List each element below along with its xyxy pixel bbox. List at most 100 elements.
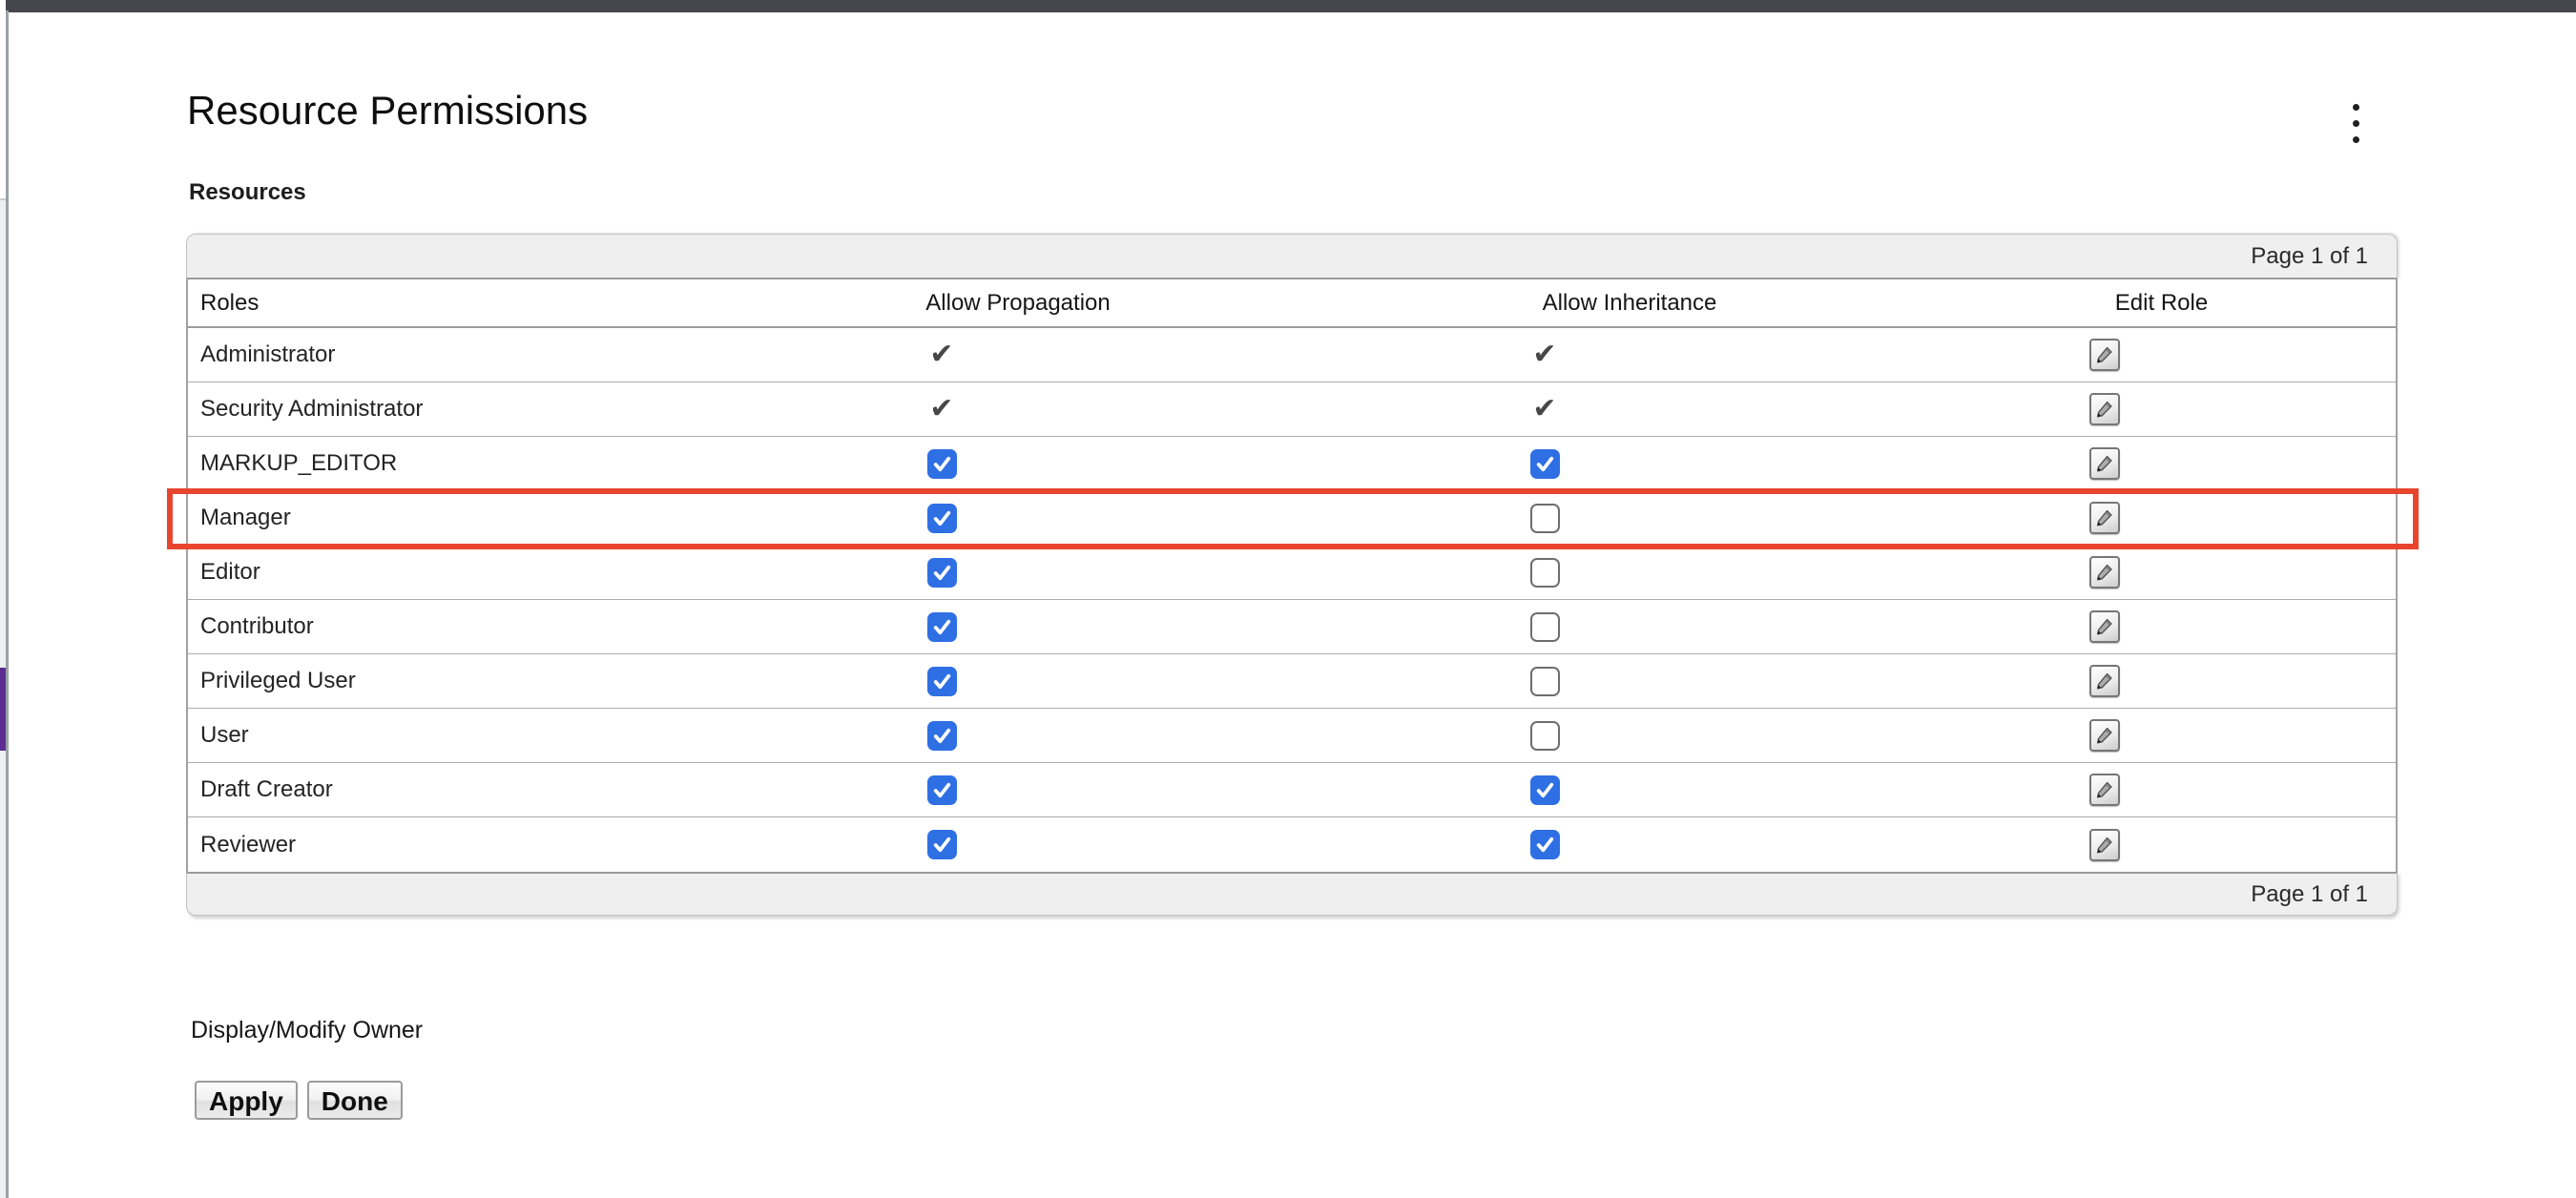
table-row: Contributor (188, 600, 2396, 654)
edit-role-button[interactable] (2089, 774, 2120, 806)
static-checkmark-icon: ✔ (1532, 395, 1556, 423)
allow-inheritance-checkbox-unchecked[interactable] (1530, 612, 1560, 642)
pager-top-label: Page 1 of 1 (2251, 243, 2368, 270)
table-row: Editor (188, 546, 2396, 600)
allow-propagation-cell (727, 667, 1280, 696)
pencil-icon (2094, 399, 2115, 420)
allow-propagation-cell (727, 775, 1280, 805)
allow-inheritance-cell: ✔ (1280, 395, 1901, 423)
allow-inheritance-cell (1280, 612, 1901, 642)
kebab-menu-icon[interactable] (2336, 93, 2376, 153)
edit-role-cell (1901, 665, 2396, 697)
allow-propagation-checkbox-checked[interactable] (927, 449, 957, 479)
allow-propagation-checkbox-checked[interactable] (927, 775, 957, 805)
pencil-icon (2094, 779, 2115, 800)
edit-role-cell (1901, 610, 2396, 643)
allow-inheritance-cell (1280, 775, 1901, 805)
role-name: Reviewer (188, 832, 727, 858)
table-row: Draft Creator (188, 763, 2396, 817)
edit-role-button[interactable] (2089, 502, 2120, 534)
apply-button[interactable]: Apply (195, 1081, 298, 1120)
allow-inheritance-checkbox-checked[interactable] (1530, 775, 1560, 805)
pager-bottom-label: Page 1 of 1 (2251, 881, 2368, 908)
allow-propagation-checkbox-checked[interactable] (927, 612, 957, 642)
edit-role-button[interactable] (2089, 339, 2120, 371)
role-name: Manager (188, 505, 727, 531)
allow-propagation-cell (727, 612, 1280, 642)
column-header-roles: Roles (188, 290, 727, 317)
edit-role-cell (1901, 339, 2396, 371)
edit-role-cell (1901, 774, 2396, 806)
display-modify-owner-label: Display/Modify Owner (191, 1017, 423, 1044)
allow-propagation-checkbox-checked[interactable] (927, 558, 957, 588)
role-name: MARKUP_EDITOR (188, 450, 727, 477)
role-name: User (188, 722, 727, 749)
edit-role-button[interactable] (2089, 447, 2120, 480)
window-left-border (6, 10, 9, 1198)
table-row: Reviewer (188, 817, 2396, 872)
allow-propagation-cell (727, 449, 1280, 479)
allow-inheritance-checkbox-unchecked[interactable] (1530, 721, 1560, 751)
action-buttons: Apply Done (195, 1081, 403, 1120)
allow-inheritance-checkbox-unchecked[interactable] (1530, 504, 1560, 533)
allow-inheritance-cell (1280, 558, 1901, 588)
pencil-icon (2094, 671, 2115, 692)
resources-table: Page 1 of 1 Roles Allow Propagation Allo… (186, 234, 2398, 916)
static-checkmark-icon: ✔ (929, 341, 953, 369)
allow-propagation-checkbox-checked[interactable] (927, 667, 957, 696)
edit-role-button[interactable] (2089, 829, 2120, 861)
done-button[interactable]: Done (307, 1081, 403, 1120)
allow-inheritance-cell (1280, 721, 1901, 751)
allow-inheritance-cell (1280, 504, 1901, 533)
edit-role-button[interactable] (2089, 393, 2120, 425)
allow-propagation-cell (727, 721, 1280, 751)
table-row: MARKUP_EDITOR (188, 437, 2396, 491)
edit-role-cell (1901, 829, 2396, 861)
pencil-icon (2094, 835, 2115, 856)
role-name: Editor (188, 559, 727, 586)
pencil-icon (2094, 725, 2115, 746)
static-checkmark-icon: ✔ (929, 395, 953, 423)
pager-top: Page 1 of 1 (186, 234, 2398, 279)
edit-role-button[interactable] (2089, 610, 2120, 643)
role-name: Privileged User (188, 668, 727, 694)
allow-inheritance-cell (1280, 667, 1901, 696)
column-header-allow-inheritance: Allow Inheritance (1280, 290, 1901, 317)
table-row: Security Administrator ✔ ✔ (188, 382, 2396, 437)
allow-inheritance-checkbox-checked[interactable] (1530, 830, 1560, 859)
allow-propagation-checkbox-checked[interactable] (927, 721, 957, 751)
table-row-highlighted: Manager (188, 491, 2396, 546)
allow-inheritance-checkbox-unchecked[interactable] (1530, 558, 1560, 588)
table-row: Privileged User (188, 654, 2396, 709)
column-header-edit-role: Edit Role (1901, 290, 2396, 317)
table-row: User (188, 709, 2396, 763)
role-name: Administrator (188, 341, 727, 368)
pencil-icon (2094, 562, 2115, 583)
role-name: Contributor (188, 613, 727, 640)
allow-inheritance-cell (1280, 830, 1901, 859)
column-header-allow-propagation: Allow Propagation (727, 290, 1280, 317)
table-header-row: Roles Allow Propagation Allow Inheritanc… (188, 279, 2396, 328)
allow-inheritance-cell (1280, 449, 1901, 479)
edit-role-button[interactable] (2089, 719, 2120, 752)
pencil-icon (2094, 453, 2115, 474)
allow-propagation-cell (727, 558, 1280, 588)
allow-inheritance-cell: ✔ (1280, 341, 1901, 369)
edit-role-button[interactable] (2089, 556, 2120, 589)
resources-section-label: Resources (189, 179, 306, 206)
pencil-icon (2094, 616, 2115, 637)
allow-propagation-checkbox-checked[interactable] (927, 830, 957, 859)
allow-inheritance-checkbox-checked[interactable] (1530, 449, 1560, 479)
role-name: Security Administrator (188, 396, 727, 423)
allow-propagation-checkbox-checked[interactable] (927, 504, 957, 533)
allow-propagation-cell (727, 830, 1280, 859)
page-title: Resource Permissions (187, 88, 588, 134)
window-top-bar (6, 0, 2576, 12)
edit-role-cell (1901, 393, 2396, 425)
edit-role-button[interactable] (2089, 665, 2120, 697)
static-checkmark-icon: ✔ (1532, 341, 1556, 369)
allow-inheritance-checkbox-unchecked[interactable] (1530, 667, 1560, 696)
edit-role-cell (1901, 447, 2396, 480)
pencil-icon (2094, 507, 2115, 528)
pager-bottom: Page 1 of 1 (186, 872, 2398, 916)
